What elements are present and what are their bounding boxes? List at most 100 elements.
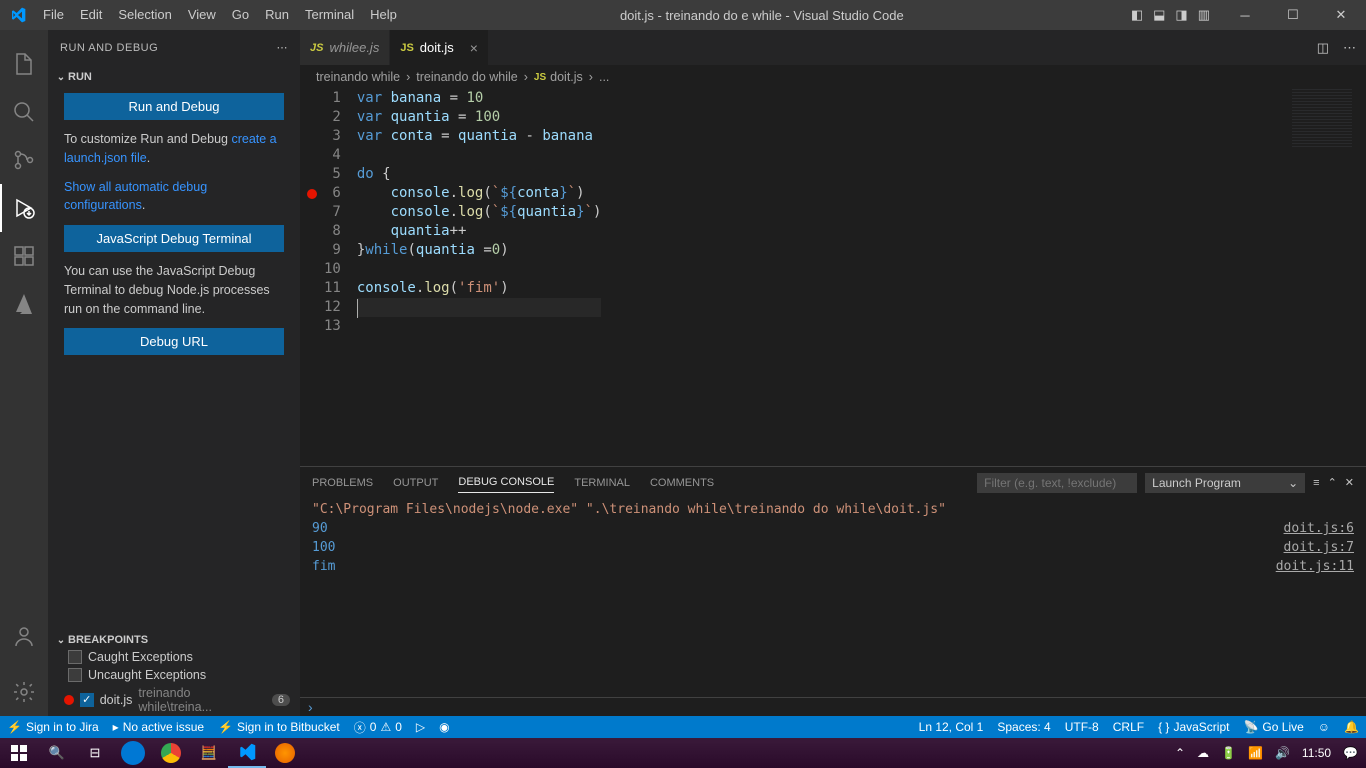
search-taskbar-icon[interactable]: 🔍 bbox=[38, 738, 76, 768]
close-tab-icon[interactable]: × bbox=[470, 40, 478, 56]
settings-gear-icon[interactable] bbox=[0, 668, 48, 716]
chrome-icon[interactable] bbox=[152, 738, 190, 768]
breadcrumb[interactable]: treinando while› treinando do while› JS … bbox=[300, 65, 1366, 89]
search-icon[interactable] bbox=[0, 88, 48, 136]
breakpoint-line-badge: 6 bbox=[272, 694, 290, 706]
language-mode[interactable]: { }JavaScript bbox=[1151, 716, 1236, 738]
jira-issue[interactable]: ▸No active issue bbox=[106, 716, 211, 738]
eol[interactable]: CRLF bbox=[1106, 716, 1151, 738]
menu-edit[interactable]: Edit bbox=[72, 0, 110, 30]
bitbucket-signin[interactable]: ⚡Sign in to Bitbucket bbox=[211, 716, 347, 738]
explorer-icon[interactable] bbox=[0, 40, 48, 88]
caught-exceptions-item[interactable]: Caught Exceptions bbox=[48, 648, 300, 666]
run-and-debug-button[interactable]: Run and Debug bbox=[64, 93, 284, 120]
debug-status-icon[interactable]: ▷ bbox=[409, 716, 432, 738]
menu-terminal[interactable]: Terminal bbox=[297, 0, 362, 30]
notifications-icon[interactable]: 🔔 bbox=[1337, 716, 1366, 738]
onedrive-icon[interactable]: ☁ bbox=[1197, 746, 1209, 760]
run-section-header[interactable]: ⌄ RUN bbox=[48, 69, 300, 85]
start-button[interactable] bbox=[0, 738, 38, 768]
calculator-icon[interactable]: 🧮 bbox=[190, 738, 228, 768]
panel-tab-terminal[interactable]: TERMINAL bbox=[574, 473, 630, 493]
azure-icon[interactable] bbox=[0, 280, 48, 328]
close-button[interactable]: ✕ bbox=[1318, 0, 1364, 30]
breakpoints-label: BREAKPOINTS bbox=[68, 634, 148, 646]
tray-expand-icon[interactable]: ⌃ bbox=[1175, 746, 1185, 760]
code-content[interactable]: var banana = 10 var quantia = 100 var co… bbox=[357, 89, 602, 466]
source-link[interactable]: doit.js:7 bbox=[1284, 540, 1354, 559]
menu-file[interactable]: File bbox=[35, 0, 72, 30]
code-editor[interactable]: 123 456 789 101112 13 var banana = 10 va… bbox=[300, 89, 1366, 466]
battery-icon[interactable]: 🔋 bbox=[1221, 746, 1236, 760]
maximize-panel-icon[interactable]: ⌃ bbox=[1328, 476, 1337, 489]
panel-tab-output[interactable]: OUTPUT bbox=[393, 473, 438, 493]
menu-run[interactable]: Run bbox=[257, 0, 297, 30]
panel-tab-comments[interactable]: COMMENTS bbox=[650, 473, 714, 493]
volume-icon[interactable]: 🔊 bbox=[1275, 746, 1290, 760]
more-actions-icon[interactable]: ⋯ bbox=[277, 41, 289, 54]
wifi-icon[interactable]: 📶 bbox=[1248, 746, 1263, 760]
sidebar-header: RUN AND DEBUG ⋯ bbox=[48, 30, 300, 65]
menu-selection[interactable]: Selection bbox=[110, 0, 179, 30]
tab-whilee[interactable]: JS whilee.js bbox=[300, 30, 390, 65]
error-icon: ⓧ bbox=[354, 719, 366, 736]
edge-icon[interactable] bbox=[121, 741, 145, 765]
vscode-taskbar-icon[interactable] bbox=[228, 738, 266, 768]
debug-console-output[interactable]: "C:\Program Files\nodejs\node.exe" ".\tr… bbox=[300, 498, 1366, 697]
run-debug-icon[interactable] bbox=[0, 184, 48, 232]
broadcast-icon: 📡 bbox=[1243, 720, 1258, 734]
go-live[interactable]: 📡Go Live bbox=[1236, 716, 1310, 738]
firefox-icon[interactable] bbox=[266, 738, 304, 768]
menu-help[interactable]: Help bbox=[362, 0, 405, 30]
minimize-button[interactable]: ─ bbox=[1222, 0, 1268, 30]
js-debug-terminal-button[interactable]: JavaScript Debug Terminal bbox=[64, 225, 284, 252]
debug-console-input[interactable]: › bbox=[300, 697, 1366, 716]
feedback-icon[interactable]: ☺ bbox=[1311, 716, 1337, 738]
extensions-icon[interactable] bbox=[0, 232, 48, 280]
accounts-icon[interactable] bbox=[0, 612, 48, 660]
uncaught-exceptions-item[interactable]: Uncaught Exceptions bbox=[48, 666, 300, 684]
toggle-primary-sidebar-icon[interactable]: ◧ bbox=[1131, 7, 1143, 23]
panel-tab-debug-console[interactable]: DEBUG CONSOLE bbox=[458, 472, 554, 493]
clock[interactable]: 11:50 bbox=[1302, 746, 1331, 760]
encoding[interactable]: UTF-8 bbox=[1058, 716, 1106, 738]
debug-filter-input[interactable] bbox=[977, 473, 1137, 493]
menu-view[interactable]: View bbox=[180, 0, 224, 30]
checkbox-icon[interactable] bbox=[68, 668, 82, 682]
checkbox-checked-icon[interactable]: ✓ bbox=[80, 693, 94, 707]
notifications-taskbar-icon[interactable]: 💬 bbox=[1343, 746, 1358, 760]
panel-tab-problems[interactable]: PROBLEMS bbox=[312, 473, 373, 493]
indentation[interactable]: Spaces: 4 bbox=[990, 716, 1057, 738]
breakpoint-dot-icon bbox=[64, 695, 74, 705]
live-share-icon[interactable]: ◉ bbox=[432, 716, 456, 738]
source-link[interactable]: doit.js:6 bbox=[1284, 521, 1354, 540]
breakpoint-marker-icon[interactable] bbox=[307, 189, 317, 199]
toggle-secondary-sidebar-icon[interactable]: ◨ bbox=[1175, 7, 1187, 23]
cursor-position[interactable]: Ln 12, Col 1 bbox=[912, 716, 991, 738]
checkbox-icon[interactable] bbox=[68, 650, 82, 664]
debug-url-button[interactable]: Debug URL bbox=[64, 328, 284, 355]
clear-console-icon[interactable]: ≡ bbox=[1313, 477, 1319, 489]
source-link[interactable]: doit.js:11 bbox=[1276, 559, 1354, 578]
tab-doit[interactable]: JS doit.js × bbox=[390, 30, 489, 65]
close-panel-icon[interactable]: ✕ bbox=[1345, 476, 1354, 489]
breakpoint-file-item[interactable]: ✓ doit.js treinando while\treina... 6 bbox=[48, 684, 300, 716]
breakpoints-header[interactable]: ⌄ BREAKPOINTS bbox=[48, 632, 300, 648]
task-view-icon[interactable]: ⊟ bbox=[76, 738, 114, 768]
jira-signin[interactable]: ⚡Sign in to Jira bbox=[0, 716, 106, 738]
customize-hint: To customize Run and Debug create a laun… bbox=[64, 130, 284, 168]
chevron-right-icon: › bbox=[308, 699, 313, 715]
split-editor-icon[interactable]: ◫ bbox=[1317, 40, 1329, 56]
toggle-panel-icon[interactable]: ⬓ bbox=[1153, 7, 1165, 23]
maximize-button[interactable]: ☐ bbox=[1270, 0, 1316, 30]
show-auto-configs-link[interactable]: Show all automatic debug configurations bbox=[64, 180, 207, 213]
launch-config-select[interactable]: Launch Program⌄ bbox=[1145, 473, 1305, 493]
more-tab-actions-icon[interactable]: ⋯ bbox=[1343, 40, 1356, 56]
problems-status[interactable]: ⓧ0 ⚠0 bbox=[347, 716, 409, 738]
menu-go[interactable]: Go bbox=[224, 0, 257, 30]
source-control-icon[interactable] bbox=[0, 136, 48, 184]
chevron-down-icon: ⌄ bbox=[1288, 476, 1298, 490]
customize-layout-icon[interactable]: ▥ bbox=[1198, 7, 1210, 23]
minimap[interactable] bbox=[1292, 89, 1352, 149]
breakpoint-gutter[interactable] bbox=[300, 89, 324, 466]
